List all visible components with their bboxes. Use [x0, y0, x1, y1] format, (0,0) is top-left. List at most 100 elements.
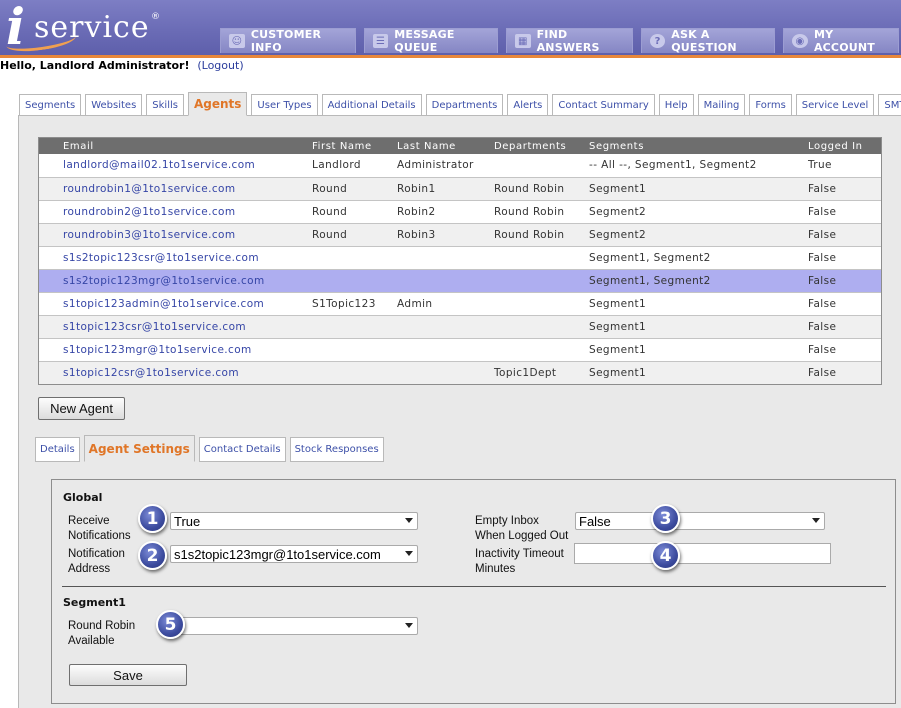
column-header-segments[interactable]: Segments	[586, 138, 805, 154]
select-value: False	[579, 513, 611, 529]
label-line: Inactivity Timeout	[475, 548, 564, 560]
nav-find-answers[interactable]: ▦ FIND ANSWERS	[506, 28, 633, 54]
table-row[interactable]: landlord@mail02.1to1service.com Landlord A…	[39, 154, 881, 178]
round-robin-available-label: Round Robin Available	[68, 619, 135, 649]
section-divider	[62, 586, 886, 587]
cell-departments: Topic1Dept	[491, 361, 586, 384]
cell-email[interactable]: roundrobin1@1to1service.com	[39, 177, 309, 201]
cell-logged-in: False	[805, 269, 881, 293]
round-robin-available-select[interactable]	[170, 617, 418, 635]
column-header-first-name[interactable]: First Name	[309, 138, 394, 154]
column-header-email[interactable]: Email	[39, 138, 309, 154]
tab-segments[interactable]: Segments	[19, 94, 82, 116]
cell-logged-in: False	[805, 177, 881, 201]
tab-departments[interactable]: Departments	[425, 94, 504, 116]
callout-badge-5: 5	[156, 610, 185, 639]
label-line: Receive	[68, 515, 110, 527]
callout-badge-2: 2	[138, 541, 167, 570]
cell-first-name	[309, 246, 394, 270]
cell-email[interactable]: roundrobin3@1to1service.com	[39, 223, 309, 247]
inactivity-timeout-label: Inactivity Timeout Minutes	[475, 547, 564, 577]
notification-address-select[interactable]: s1s2topic123mgr@1to1service.com	[170, 545, 418, 563]
cell-logged-in: False	[805, 200, 881, 224]
column-header-departments[interactable]: Departments	[491, 138, 586, 154]
subtab-stock-responses[interactable]: Stock Responses	[289, 437, 384, 462]
tab-additional-details[interactable]: Additional Details	[321, 94, 422, 116]
select-value: s1s2topic123mgr@1to1service.com	[174, 546, 381, 562]
tab-contact-summary[interactable]: Contact Summary	[552, 94, 655, 116]
tab-user-types[interactable]: User Types	[251, 94, 318, 116]
table-row[interactable]: roundrobin1@1to1service.com Round Robin1 Ro…	[39, 177, 881, 201]
cell-segments: Segment1	[586, 292, 805, 316]
tab-smtp-out[interactable]: SMTP Out	[878, 94, 901, 116]
cell-email[interactable]: s1topic123mgr@1to1service.com	[39, 338, 309, 362]
cell-departments	[491, 154, 586, 178]
cell-logged-in: False	[805, 223, 881, 247]
save-button[interactable]: Save	[69, 664, 187, 686]
cell-first-name: Landlord	[309, 154, 394, 178]
logout-close-paren: )	[239, 59, 244, 72]
cell-segments: Segment2	[586, 200, 805, 224]
cell-email[interactable]: s1topic123csr@1to1service.com	[39, 315, 309, 339]
agent-subtabs: Details Agent Settings Contact Details S…	[35, 435, 388, 462]
subtab-details[interactable]: Details	[35, 437, 80, 462]
app-header: i service ® ☺ CUSTOMER INFO ☰ MESSAGE QU…	[0, 0, 901, 55]
tab-websites[interactable]: Websites	[85, 94, 143, 116]
empty-inbox-select[interactable]: False	[575, 512, 825, 530]
cell-logged-in: False	[805, 338, 881, 362]
column-header-logged-in[interactable]: Logged In	[805, 138, 881, 154]
logout-link[interactable]: Logout	[202, 59, 240, 72]
cell-logged-in: False	[805, 315, 881, 339]
cell-last-name	[394, 361, 491, 384]
document-icon: ☰	[373, 34, 389, 48]
table-header-row: Email First Name Last Name Departments S…	[39, 138, 881, 154]
cell-logged-in: False	[805, 292, 881, 316]
global-section-title: Global	[63, 491, 103, 504]
tab-mailing[interactable]: Mailing	[697, 94, 746, 116]
tab-service-level[interactable]: Service Level	[795, 94, 875, 116]
tab-forms[interactable]: Forms	[749, 94, 792, 116]
receive-notifications-select[interactable]: True	[170, 512, 418, 530]
cell-last-name: Administrator	[394, 154, 491, 178]
column-header-last-name[interactable]: Last Name	[394, 138, 491, 154]
cell-email[interactable]: s1topic12csr@1to1service.com	[39, 361, 309, 384]
cell-segments: Segment1	[586, 315, 805, 339]
label-line: Notifications	[68, 530, 131, 542]
subtab-agent-settings[interactable]: Agent Settings	[83, 435, 195, 462]
cell-segments: Segment1	[586, 361, 805, 384]
select-value: True	[174, 513, 201, 529]
question-icon: ?	[650, 34, 666, 48]
cell-first-name	[309, 361, 394, 384]
nav-my-account[interactable]: ◉ MY ACCOUNT	[783, 28, 899, 54]
cell-email[interactable]: s1s2topic123csr@1to1service.com	[39, 246, 309, 270]
table-row[interactable]: s1topic123admin@1to1service.com S1Topic12…	[39, 292, 881, 316]
table-row[interactable]: s1topic12csr@1to1service.com Topic1Dept Se…	[39, 361, 881, 384]
table-row[interactable]: s1topic123mgr@1to1service.com Segment1 Fal…	[39, 338, 881, 362]
table-row[interactable]: s1s2topic123csr@1to1service.com Segment1,…	[39, 246, 881, 270]
tab-agents[interactable]: Agents	[187, 92, 248, 116]
cell-email[interactable]: landlord@mail02.1to1service.com	[39, 154, 309, 178]
nav-message-queue[interactable]: ☰ MESSAGE QUEUE	[364, 28, 498, 54]
tab-skills[interactable]: Skills	[146, 94, 184, 116]
cell-first-name: Round	[309, 223, 394, 247]
cell-email[interactable]: s1s2topic123mgr@1to1service.com	[39, 269, 309, 293]
new-agent-button[interactable]: New Agent	[38, 397, 125, 420]
tab-help[interactable]: Help	[658, 94, 694, 116]
nav-ask-a-question[interactable]: ? ASK A QUESTION	[641, 28, 775, 54]
table-row[interactable]: roundrobin2@1to1service.com Round Robin2 Ro…	[39, 200, 881, 224]
cell-last-name	[394, 315, 491, 339]
table-row[interactable]: roundrobin3@1to1service.com Round Robin3 Ro…	[39, 223, 881, 247]
subtab-contact-details[interactable]: Contact Details	[198, 437, 286, 462]
table-row[interactable]: s1s2topic123mgr@1to1service.com Segment1,…	[39, 269, 881, 293]
notification-address-label: Notification Address	[68, 547, 125, 577]
nav-customer-info[interactable]: ☺ CUSTOMER INFO	[220, 28, 356, 54]
cell-email[interactable]: s1topic123admin@1to1service.com	[39, 292, 309, 316]
agents-table-container[interactable]: Email First Name Last Name Departments S…	[38, 137, 882, 385]
label-line: When Logged Out	[475, 530, 569, 542]
cell-logged-in: False	[805, 246, 881, 270]
cell-email[interactable]: roundrobin2@1to1service.com	[39, 200, 309, 224]
inactivity-timeout-input[interactable]	[574, 543, 831, 564]
iservice-logo[interactable]: i service ®	[5, 2, 166, 55]
table-row[interactable]: s1topic123csr@1to1service.com Segment1 Fal…	[39, 315, 881, 339]
tab-alerts[interactable]: Alerts	[507, 94, 549, 116]
